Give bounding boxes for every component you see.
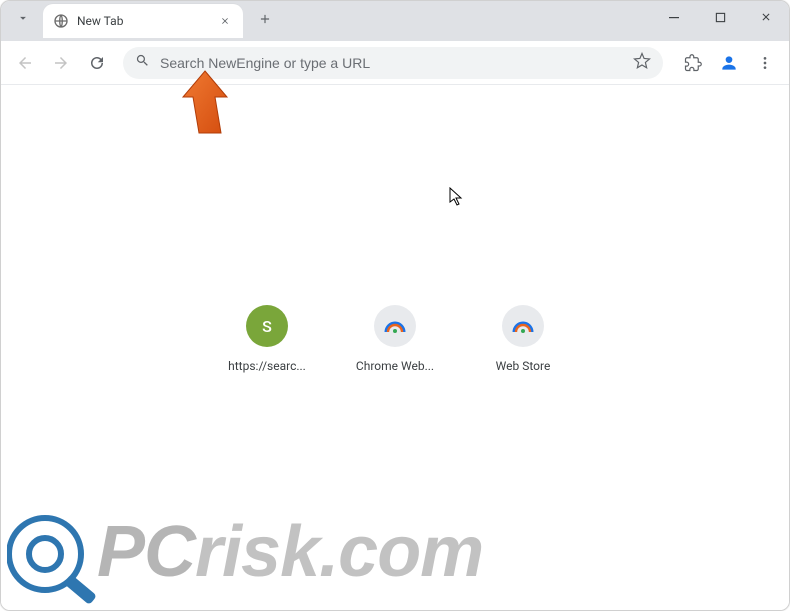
- maximize-button[interactable]: [697, 1, 743, 33]
- shortcut-favicon: [502, 305, 544, 347]
- minimize-icon: [668, 11, 680, 23]
- shortcut-label: Web Store: [496, 359, 551, 373]
- chevron-down-icon: [16, 11, 30, 25]
- forward-button[interactable]: [45, 47, 77, 79]
- search-tabs-button[interactable]: [9, 4, 37, 32]
- shortcut-item[interactable]: S https://searc...: [224, 305, 310, 373]
- plus-icon: [258, 12, 272, 26]
- new-tab-button[interactable]: [251, 5, 279, 33]
- toolbar-actions: [677, 47, 781, 79]
- address-bar-input[interactable]: [160, 55, 623, 71]
- kebab-menu-icon: [757, 55, 773, 71]
- toolbar: [1, 41, 789, 85]
- window-controls: [651, 1, 789, 41]
- arrow-left-icon: [16, 54, 34, 72]
- tab-title: New Tab: [77, 14, 209, 28]
- menu-button[interactable]: [749, 47, 781, 79]
- webstore-icon: [384, 319, 406, 333]
- minimize-button[interactable]: [651, 1, 697, 33]
- extensions-icon: [684, 54, 702, 72]
- shortcut-favicon-letter: S: [246, 305, 288, 347]
- reload-button[interactable]: [81, 47, 113, 79]
- close-window-button[interactable]: [743, 1, 789, 33]
- close-icon: [220, 16, 230, 26]
- search-icon: [135, 53, 150, 72]
- tab-close-button[interactable]: [217, 13, 233, 29]
- close-icon: [760, 11, 772, 23]
- star-icon: [633, 52, 651, 70]
- active-tab[interactable]: New Tab: [43, 4, 243, 38]
- globe-icon: [53, 13, 69, 29]
- shortcut-label: Chrome Web...: [356, 359, 434, 373]
- reload-icon: [88, 54, 106, 72]
- titlebar: New Tab: [1, 1, 789, 41]
- shortcut-item[interactable]: Chrome Web...: [352, 305, 438, 373]
- titlebar-left: New Tab: [9, 1, 279, 41]
- arrow-right-icon: [52, 54, 70, 72]
- shortcut-item[interactable]: Web Store: [480, 305, 566, 373]
- omnibox[interactable]: [123, 47, 663, 79]
- webstore-icon: [512, 319, 534, 333]
- browser-window: New Tab: [0, 0, 790, 611]
- back-button[interactable]: [9, 47, 41, 79]
- extensions-button[interactable]: [677, 47, 709, 79]
- avatar-icon: [719, 53, 739, 73]
- profile-button[interactable]: [713, 47, 745, 79]
- new-tab-page: S https://searc... Chrome Web...: [1, 85, 789, 610]
- maximize-icon: [715, 12, 726, 23]
- shortcut-label: https://searc...: [228, 359, 306, 373]
- shortcuts-row: S https://searc... Chrome Web...: [224, 305, 566, 373]
- shortcut-favicon: [374, 305, 416, 347]
- bookmark-star-button[interactable]: [633, 52, 651, 74]
